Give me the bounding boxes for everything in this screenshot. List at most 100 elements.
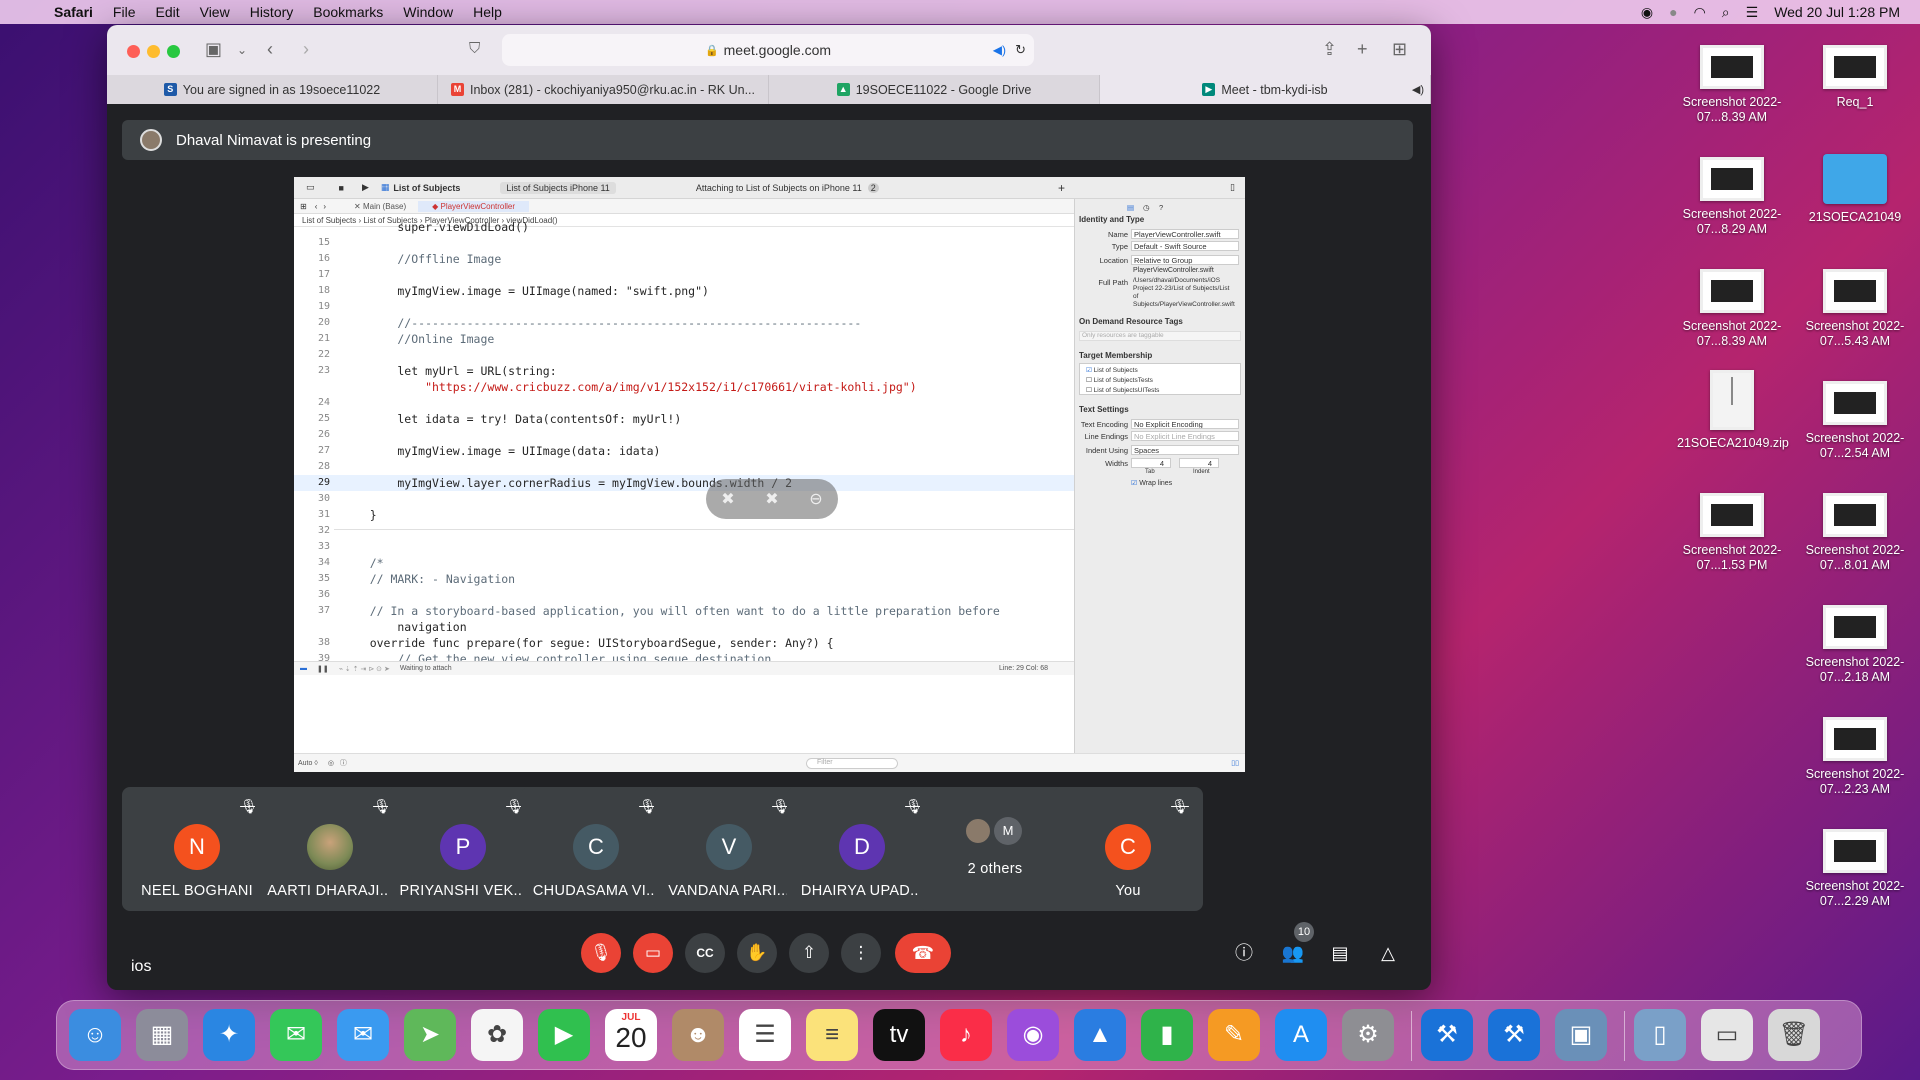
code-line[interactable]: 24 [294, 395, 1074, 411]
tab-google-drive[interactable]: ▲ 19SOECE11022 - Google Drive [769, 75, 1100, 104]
code-line[interactable]: 20 //-----------------------------------… [294, 315, 1074, 331]
code-editor[interactable]: super.viewDidLoad() 15 16 //Offline Image 1… [294, 220, 1074, 666]
step-icons[interactable]: ⌁ ⇣ ⇡ ⇥ ⊳ ⊙ ➤ [339, 665, 390, 673]
address-bar[interactable]: 🔒 meet.google.com ◀) ↻ [502, 34, 1034, 66]
target-checkbox[interactable]: ☑ List of Subjects [1086, 366, 1138, 374]
camera-off-button[interactable]: ▭ [633, 933, 673, 973]
code-line[interactable]: 19 [294, 299, 1074, 315]
code-line[interactable]: 35 // MARK: - Navigation [294, 571, 1074, 587]
desktop-icon[interactable]: Screenshot 2022-07...2.29 AM [1800, 829, 1910, 909]
safari-icon[interactable]: ✦ [203, 1009, 255, 1061]
target-checkbox[interactable]: ☐ List of SubjectsTests [1086, 376, 1153, 384]
desktop-icon[interactable]: Screenshot 2022-07...2.54 AM [1800, 381, 1910, 461]
instruments-icon[interactable]: ⚒ [1488, 1009, 1540, 1061]
self-tile[interactable]: C You 🎙 [1053, 787, 1203, 911]
code-line[interactable]: 33 [294, 539, 1074, 555]
tags-field[interactable]: Only resources are taggable [1079, 331, 1241, 341]
run-icon[interactable]: ▶ [362, 182, 369, 193]
pages-icon[interactable]: ✎ [1208, 1009, 1260, 1061]
editor-tab-main[interactable]: ✕ Main (Base) [346, 202, 414, 211]
chevron-down-icon[interactable]: ⌄ [237, 43, 247, 57]
code-line[interactable]: 17 [294, 267, 1074, 283]
code-line[interactable]: 18 myImgView.image = UIImage(named: "swi… [294, 283, 1074, 299]
leave-call-button[interactable]: ☎ [895, 933, 951, 973]
code-line[interactable]: 15 [294, 235, 1074, 251]
privacy-shield-icon[interactable]: ⛉ [469, 40, 480, 57]
others-tile[interactable]: M 2 others [920, 787, 1070, 911]
desktop-icon[interactable]: Screenshot 2022-07...8.01 AM [1800, 493, 1910, 573]
desktop-icon[interactable]: Screenshot 2022-07...1.53 PM [1677, 493, 1787, 573]
systemprefs-icon[interactable]: ⚙ [1342, 1009, 1394, 1061]
code-line[interactable]: 38 override func prepare(for segue: UISt… [294, 635, 1074, 651]
code-line[interactable]: 25 let idata = try! Data(contentsOf: myU… [294, 411, 1074, 427]
file-inspector-icon[interactable]: ▤ [1127, 203, 1134, 212]
calendar-icon[interactable]: JUL 20 [605, 1009, 657, 1061]
numbers-icon[interactable]: ▮ [1141, 1009, 1193, 1061]
menu-window[interactable]: Window [403, 4, 453, 20]
code-line[interactable]: 22 [294, 347, 1074, 363]
eye-icon[interactable]: ◎ [328, 759, 334, 767]
remove-icon[interactable]: ⊖ [809, 489, 822, 509]
minimize-window-button[interactable] [147, 45, 160, 58]
contacts-icon[interactable]: ☻ [672, 1009, 724, 1061]
code-line[interactable]: 34 /* [294, 555, 1074, 571]
raise-hand-button[interactable]: ✋ [737, 933, 777, 973]
tab-audio-icon[interactable]: ◀) [1412, 83, 1424, 96]
code-line[interactable]: 23 let myUrl = URL(string: [294, 363, 1074, 379]
participant-tile[interactable]: AARTI DHARAJI... 🎙 [255, 787, 405, 911]
wrap-lines-checkbox[interactable]: ☑ Wrap lines [1131, 479, 1172, 487]
mail-icon[interactable]: ✉ [337, 1009, 389, 1061]
new-tab-icon[interactable]: + [1357, 39, 1368, 60]
indent-width-field[interactable]: 4 [1179, 458, 1219, 468]
tab-gmail-inbox[interactable]: M Inbox (281) - ckochiyaniya950@rku.ac.i… [438, 75, 769, 104]
tab-signed-in[interactable]: S You are signed in as 19soece11022 [107, 75, 438, 104]
activities-icon[interactable]: △ [1375, 940, 1401, 966]
code-line[interactable]: 37 // In a storyboard-based application,… [294, 603, 1074, 619]
screen-record-icon[interactable]: ◉ [1641, 4, 1653, 21]
present-now-button[interactable]: ⇧ [789, 933, 829, 973]
history-icon[interactable]: ◷ [1143, 203, 1150, 212]
appletv-icon[interactable]: tv [873, 1009, 925, 1061]
tab-meet[interactable]: ▶ Meet - tbm-kydi-isb ◀) [1100, 75, 1431, 104]
desktop-icon[interactable]: 21SOECA21049 [1800, 154, 1910, 225]
participant-tile[interactable]: P PRIYANSHI VEK... 🎙 [388, 787, 538, 911]
menu-app-safari[interactable]: Safari [54, 4, 93, 20]
desktop-icon[interactable]: Screenshot 2022-07...8.29 AM [1677, 157, 1787, 237]
notes-icon[interactable]: ≡ [806, 1009, 858, 1061]
xcode-icon[interactable]: ⚒ [1421, 1009, 1473, 1061]
trash-icon[interactable]: 🗑 [1768, 1009, 1820, 1061]
code-line[interactable]: 27 myImgView.image = UIImage(data: idata… [294, 443, 1074, 459]
info-icon[interactable]: ⓘ [340, 758, 347, 768]
menu-view[interactable]: View [200, 4, 230, 20]
desktop-icon[interactable]: Screenshot 2022-07...8.39 AM [1677, 269, 1787, 349]
meeting-details-icon[interactable]: ⓘ [1231, 940, 1257, 966]
menu-edit[interactable]: Edit [155, 4, 179, 20]
captions-button[interactable]: CC [685, 933, 725, 973]
participant-tile[interactable]: C CHUDASAMA VI... 🎙 [521, 787, 671, 911]
pause-icon[interactable]: ❚❚ [317, 665, 329, 673]
navigator-toggle-icon[interactable]: ▭ [306, 182, 315, 193]
indent-select[interactable]: Spaces [1131, 445, 1239, 455]
location-select[interactable]: Relative to Group [1131, 255, 1239, 265]
scheme-name[interactable]: List of Subjects [393, 183, 460, 193]
tab-width-field[interactable]: 4 [1131, 458, 1171, 468]
messages-icon[interactable]: ✉ [270, 1009, 322, 1061]
maps-icon[interactable]: ➤ [404, 1009, 456, 1061]
forward-icon[interactable]: › [323, 202, 326, 211]
stop-icon[interactable]: ■ [339, 183, 344, 193]
split-view-icon[interactable]: ▯▯ [1231, 759, 1239, 767]
desktop-icon[interactable]: Req_1 [1800, 45, 1910, 110]
code-line[interactable]: super.viewDidLoad() [294, 219, 1074, 235]
music-icon[interactable]: ♪ [940, 1009, 992, 1061]
reminders-icon[interactable]: ☰ [739, 1009, 791, 1061]
share-icon[interactable]: ⇪ [1322, 39, 1337, 60]
code-line[interactable]: 31 } [294, 507, 1074, 523]
launchpad-icon[interactable]: ▦ [136, 1009, 188, 1061]
audio-playing-icon[interactable]: ◀) [993, 43, 1006, 57]
clock[interactable]: Wed 20 Jul 1:28 PM [1774, 4, 1900, 20]
menu-file[interactable]: File [113, 4, 136, 20]
podcasts-icon[interactable]: ◉ [1007, 1009, 1059, 1061]
run-destination[interactable]: List of Subjects iPhone 11 [500, 181, 616, 194]
reload-icon[interactable]: ↻ [1015, 42, 1026, 58]
speaker-off-icon[interactable]: ✖ [765, 489, 778, 509]
